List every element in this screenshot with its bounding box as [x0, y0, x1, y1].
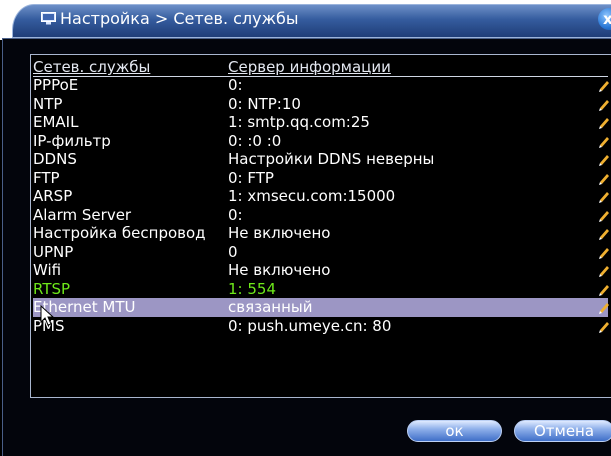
column-header-info[interactable]: Сервер информации: [228, 58, 391, 76]
service-name-cell: Alarm Server: [33, 205, 132, 224]
service-name-cell: Ethernet MTU: [33, 298, 136, 316]
pencil-icon[interactable]: [597, 263, 611, 277]
server-info-cell: 0: FTP: [228, 168, 274, 187]
cancel-button[interactable]: Отмена: [514, 420, 611, 442]
service-name-cell: RTSP: [33, 279, 71, 298]
service-name-cell: EMAIL: [33, 113, 79, 131]
service-name-cell: NTP: [33, 94, 63, 113]
window-title: Настройка > Сетев. службы: [60, 9, 299, 28]
service-name-cell: Настройка беспровод: [33, 224, 206, 242]
server-info-cell: Настройки DDNS неверны: [228, 150, 435, 168]
table-body: PPPoE 0: NTP 0: NTP:10 EMAIL 1: smtp.qq.com:2…: [33, 76, 611, 336]
table-row[interactable]: PPPoE 0:: [33, 76, 611, 95]
server-info-cell: 0: [228, 242, 238, 261]
server-info-cell: 0:: [228, 205, 243, 224]
table-row[interactable]: NTP 0: NTP:10: [33, 94, 611, 114]
pencil-icon[interactable]: [597, 226, 611, 240]
table-row[interactable]: EMAIL 1: smtp.qq.com:25: [33, 113, 611, 132]
server-info-cell: 0: push.umeye.cn: 80: [228, 316, 392, 335]
pencil-icon[interactable]: [597, 115, 611, 129]
server-info-cell: связанный: [228, 298, 313, 316]
service-name-cell: Wifi: [33, 261, 62, 279]
pencil-icon[interactable]: [597, 208, 611, 222]
pencil-icon[interactable]: [597, 97, 611, 111]
table-row[interactable]: UPNP 0: [33, 242, 611, 262]
pencil-icon[interactable]: [597, 300, 611, 314]
service-name-cell: IP-фильтр: [33, 131, 111, 150]
pencil-icon[interactable]: [597, 134, 611, 148]
pencil-icon[interactable]: [597, 78, 611, 92]
table-row[interactable]: FTP 0: FTP: [33, 168, 611, 188]
server-info-cell: 1: smtp.qq.com:25: [228, 113, 370, 131]
pencil-icon[interactable]: [597, 152, 611, 166]
pencil-icon[interactable]: [597, 319, 611, 333]
pencil-icon[interactable]: [597, 245, 611, 259]
server-info-cell: 0: NTP:10: [228, 94, 301, 113]
service-name-cell: FTP: [33, 168, 60, 187]
title-bar: Настройка > Сетев. службы x: [0, 0, 611, 40]
service-name-cell: UPNP: [33, 242, 74, 261]
table-row[interactable]: ARSP 1: xmsecu.com:15000: [33, 187, 611, 206]
network-services-window: Настройка > Сетев. службы x Сетев. служб…: [0, 0, 611, 456]
table-row[interactable]: Alarm Server 0:: [33, 205, 611, 225]
server-info-cell: Не включено: [228, 261, 331, 279]
table-row[interactable]: Настройка беспровод Не включено: [33, 224, 611, 243]
column-header-service[interactable]: Сетев. службы: [33, 58, 150, 76]
monitor-icon: [41, 12, 56, 25]
pencil-icon[interactable]: [597, 282, 611, 296]
server-info-cell: 1: 554: [228, 279, 276, 298]
table-row[interactable]: Ethernet MTU связанный: [33, 298, 611, 317]
pencil-icon[interactable]: [597, 189, 611, 203]
server-info-cell: 0:: [228, 76, 243, 94]
server-info-cell: 1: xmsecu.com:15000: [228, 187, 396, 205]
table-row[interactable]: Wifi Не включено: [33, 261, 611, 280]
mouse-cursor-icon: [40, 305, 55, 326]
server-info-cell: Не включено: [228, 224, 331, 242]
table-row[interactable]: PMS 0: push.umeye.cn: 80: [33, 316, 611, 336]
table-row[interactable]: IP-фильтр 0: :0 :0: [33, 131, 611, 151]
service-name-cell: ARSP: [33, 187, 73, 205]
service-name-cell: PMS: [33, 316, 65, 335]
server-info-cell: 0: :0 :0: [228, 131, 282, 150]
pencil-icon[interactable]: [597, 171, 611, 185]
ok-button[interactable]: ок: [407, 420, 502, 442]
table-header: Сетев. службы Сервер информации: [33, 58, 608, 77]
service-name-cell: DDNS: [33, 150, 77, 168]
table-row[interactable]: RTSP 1: 554: [33, 279, 611, 299]
close-icon: x: [603, 10, 611, 28]
table-row[interactable]: DDNS Настройки DDNS неверны: [33, 150, 611, 169]
service-name-cell: PPPoE: [33, 76, 79, 94]
